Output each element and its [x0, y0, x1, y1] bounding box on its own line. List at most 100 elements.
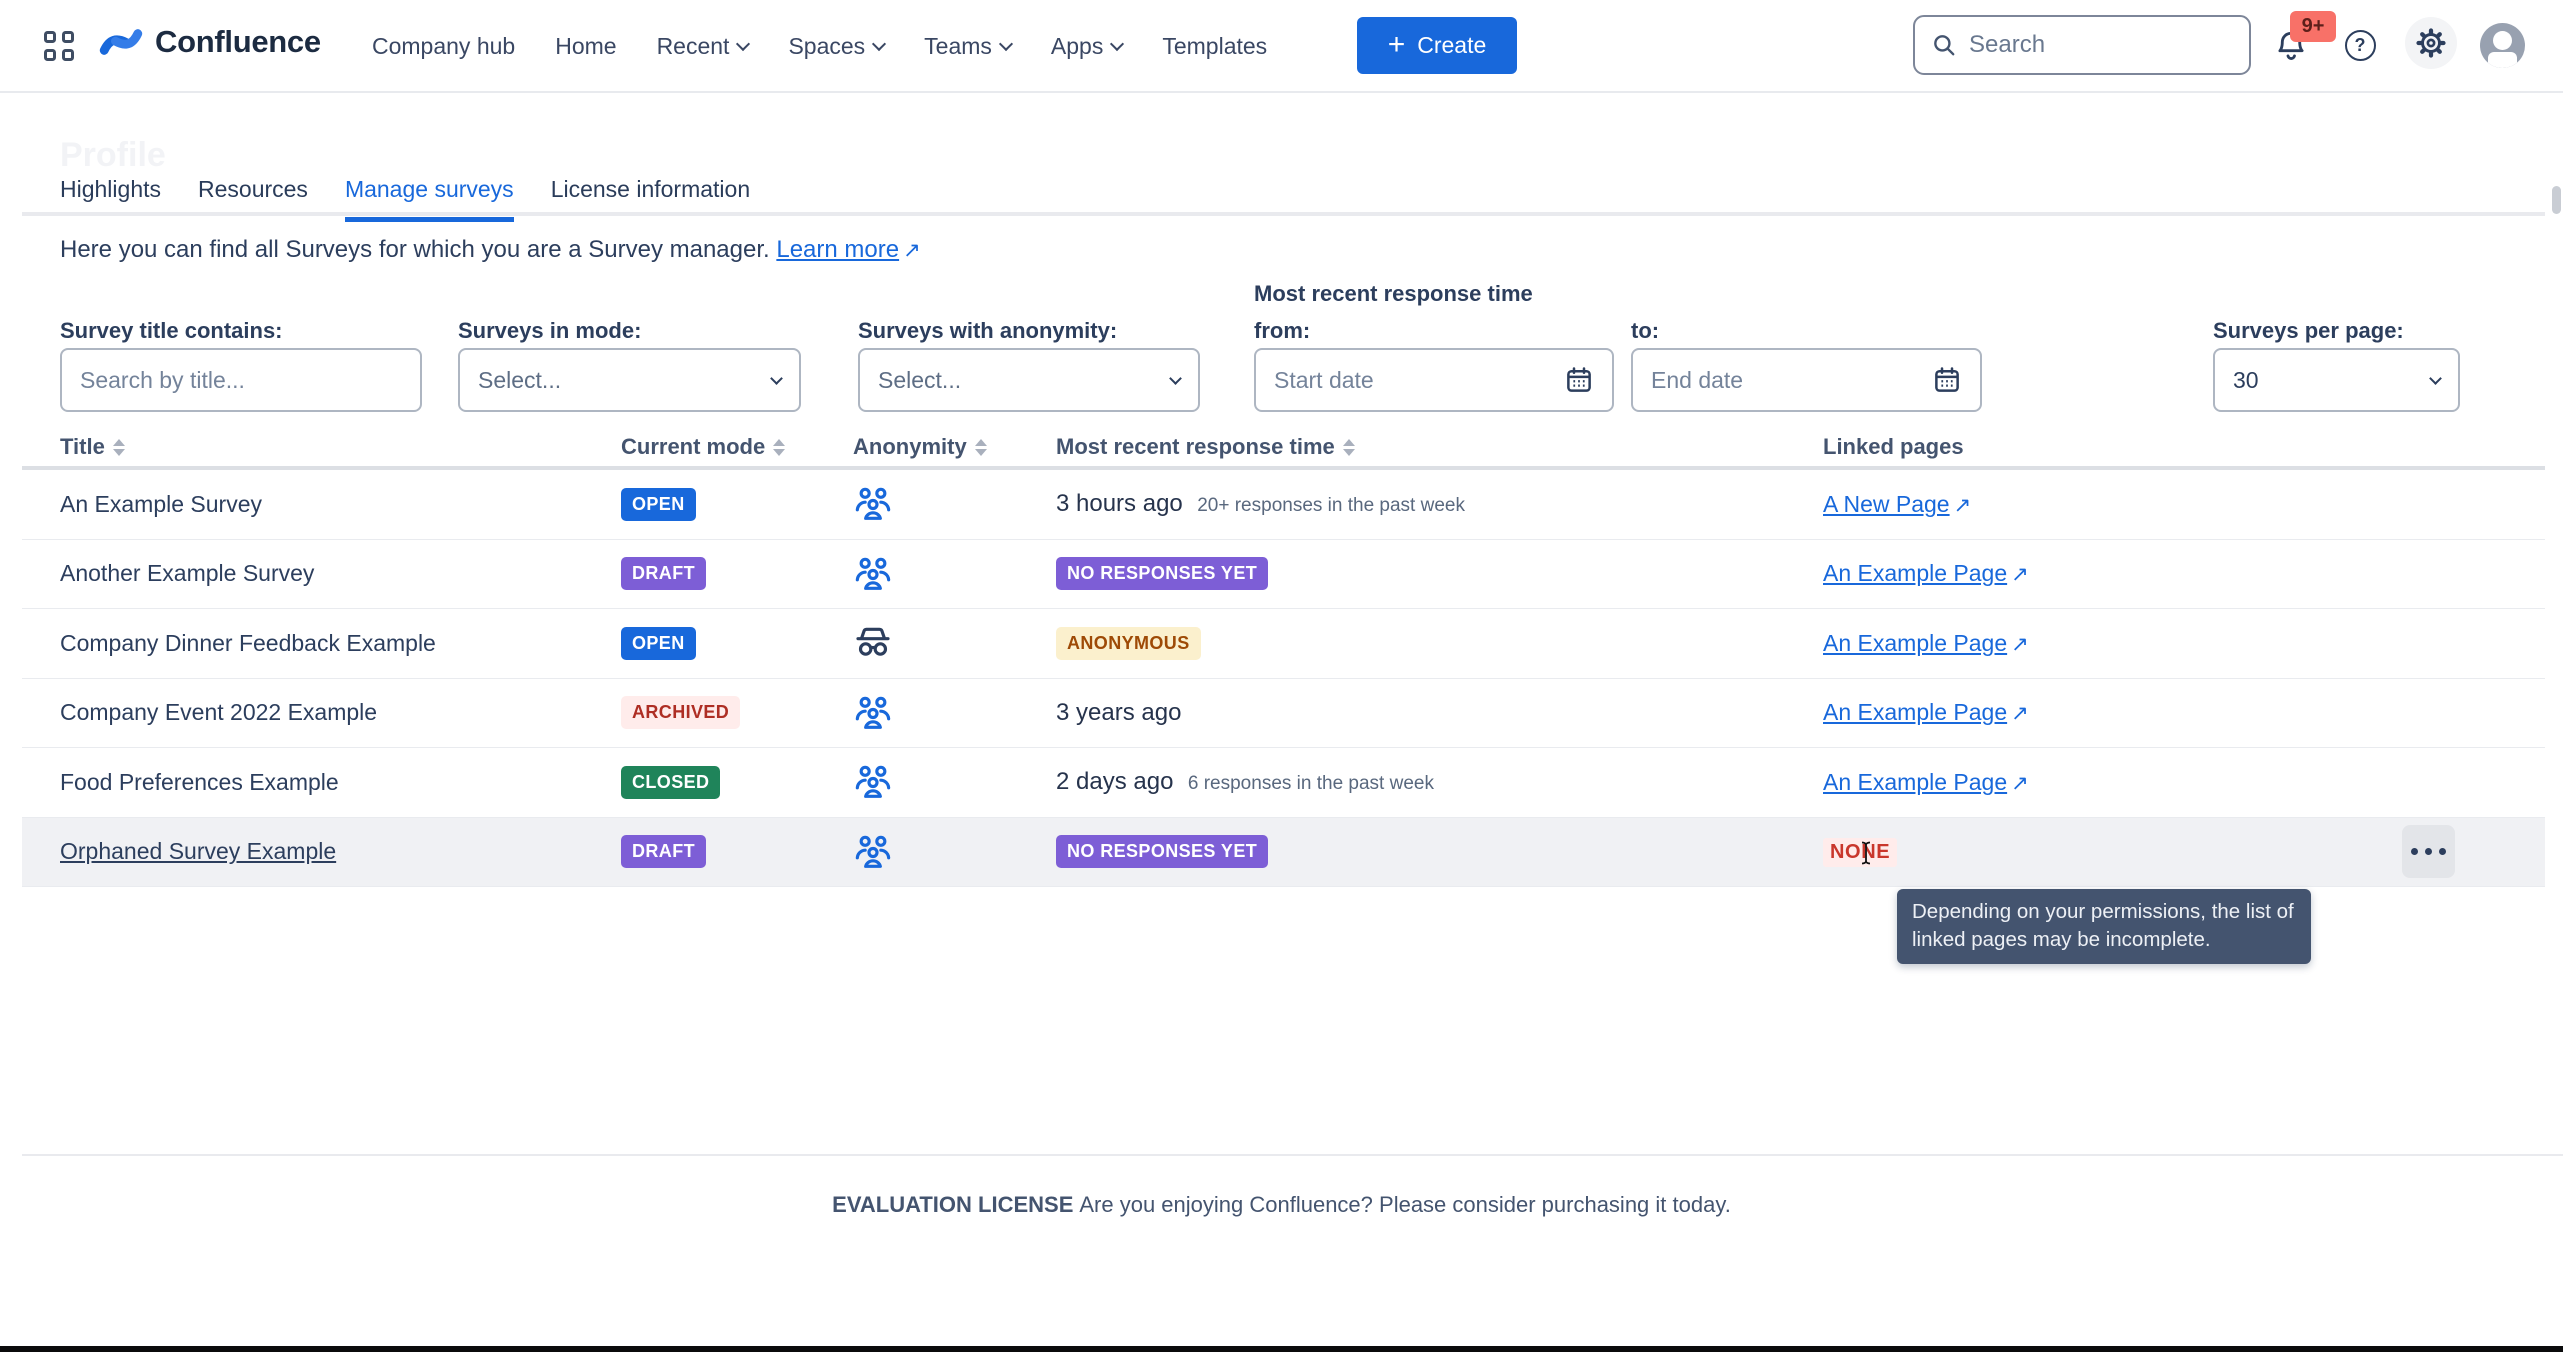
external-link-icon: ↗ — [1954, 494, 1972, 517]
anonymity-cell — [853, 693, 1056, 733]
tab-highlights[interactable]: Highlights — [60, 176, 161, 222]
row-actions-button[interactable] — [2402, 825, 2455, 878]
logo-text: Confluence — [155, 24, 321, 60]
calendar-icon[interactable] — [1564, 365, 1594, 395]
nav-item-home[interactable]: Home — [555, 33, 616, 60]
status-badge: DRAFT — [621, 835, 706, 868]
page-title: Profile — [60, 136, 166, 175]
survey-title[interactable]: Orphaned Survey Example — [22, 838, 621, 865]
response-cell: 3 hours ago 20+ responses in the past we… — [1056, 490, 1823, 518]
per-page-label: Surveys per page: — [2213, 318, 2404, 344]
notification-count-badge[interactable]: 9+ — [2290, 11, 2336, 42]
search-input[interactable] — [1969, 31, 2233, 59]
incognito-icon — [853, 623, 893, 663]
column-header-current-mode[interactable]: Current mode — [621, 434, 853, 460]
no-responses-badge: NO RESPONSES YET — [1056, 835, 1268, 868]
gear-icon — [2414, 26, 2448, 60]
search-icon — [1931, 32, 1957, 58]
actions-cell — [2350, 825, 2545, 878]
help-button[interactable]: ? — [2337, 22, 2383, 68]
status-badge: ARCHIVED — [621, 696, 740, 729]
chevron-down-icon — [1169, 372, 1182, 385]
nav-item-templates[interactable]: Templates — [1162, 33, 1267, 60]
filter-from-label: from: — [1254, 318, 1310, 344]
avatar-body — [2488, 52, 2517, 68]
anonymity-select[interactable]: Select... — [858, 348, 1200, 412]
survey-title[interactable]: An Example Survey — [22, 491, 621, 518]
table-row: Another Example Survey DRAFT NO RESPONSE… — [22, 540, 2545, 610]
filter-mode-label: Surveys in mode: — [458, 318, 641, 344]
column-header-anonymity[interactable]: Anonymity — [853, 434, 1056, 460]
filter-anonymity-label: Surveys with anonymity: — [858, 318, 1117, 344]
linked-page-link[interactable]: An Example Page — [1823, 699, 2007, 725]
sort-icon[interactable] — [113, 439, 125, 456]
no-responses-badge: NO RESPONSES YET — [1056, 557, 1268, 590]
response-cell: NO RESPONSES YET — [1056, 835, 1823, 868]
mode-cell: OPEN — [621, 488, 853, 521]
license-footer-bold: EVALUATION LICENSE — [832, 1192, 1073, 1217]
nav-item-recent[interactable]: Recent — [657, 33, 749, 60]
avatar-head — [2493, 31, 2512, 50]
linked-page-link[interactable]: An Example Page — [1823, 630, 2007, 656]
sort-icon[interactable] — [773, 439, 785, 456]
text-cursor-icon — [1859, 840, 1873, 866]
linked-page-cell: A New Page↗ — [1823, 491, 2350, 518]
from-date-input[interactable] — [1274, 367, 1564, 394]
linked-page-cell: An Example Page↗ — [1823, 560, 2350, 587]
external-link-icon: ↗ — [2011, 702, 2029, 725]
sort-icon[interactable] — [1343, 439, 1355, 456]
column-header-title[interactable]: Title — [22, 434, 621, 460]
status-badge: OPEN — [621, 627, 696, 660]
external-link-icon: ↗ — [2011, 563, 2029, 586]
linked-page-link[interactable]: A New Page — [1823, 491, 1950, 517]
response-cell: ANONYMOUS — [1056, 627, 1823, 660]
survey-table: An Example Survey OPEN 3 hours ago 20+ r… — [22, 470, 2545, 887]
linked-page-link[interactable]: An Example Page — [1823, 560, 2007, 586]
main-nav: Company hub Home Recent Spaces Teams App… — [372, 0, 1267, 93]
column-header-linked-pages: Linked pages — [1823, 434, 2350, 460]
chevron-down-icon — [872, 37, 886, 51]
survey-title[interactable]: Food Preferences Example — [22, 769, 621, 796]
top-navigation: Confluence Company hub Home Recent Space… — [0, 0, 2563, 93]
license-footer: EVALUATION LICENSEAre you enjoying Confl… — [0, 1192, 2563, 1218]
nav-item-teams[interactable]: Teams — [924, 33, 1011, 60]
survey-title[interactable]: Another Example Survey — [22, 560, 621, 587]
filter-title-label: Survey title contains: — [60, 318, 283, 344]
table-row: Food Preferences Example CLOSED 2 days a… — [22, 748, 2545, 818]
license-footer-text: Are you enjoying Confluence? Please cons… — [1079, 1192, 1730, 1217]
tab-license-information[interactable]: License information — [551, 176, 750, 222]
tab-manage-surveys[interactable]: Manage surveys — [345, 176, 514, 222]
create-button[interactable]: + Create — [1357, 17, 1517, 74]
from-date-field — [1254, 348, 1614, 412]
linked-page-link[interactable]: An Example Page — [1823, 769, 2007, 795]
window-bottom-edge — [0, 1346, 2563, 1352]
nav-item-apps[interactable]: Apps — [1051, 33, 1122, 60]
mode-select[interactable]: Select... — [458, 348, 801, 412]
table-row-hovered: Orphaned Survey Example DRAFT NO RESPONS… — [22, 818, 2545, 888]
scrollbar-thumb[interactable] — [2552, 186, 2561, 214]
survey-title[interactable]: Company Event 2022 Example — [22, 699, 621, 726]
tab-resources[interactable]: Resources — [198, 176, 308, 222]
column-header-response-time[interactable]: Most recent response time — [1056, 434, 1823, 460]
confluence-logo[interactable]: Confluence — [95, 18, 321, 66]
chevron-down-icon — [1110, 37, 1124, 51]
appgrid-square — [44, 31, 56, 43]
chevron-down-icon — [736, 37, 750, 51]
mode-cell: DRAFT — [621, 835, 853, 868]
confluence-logo-icon — [95, 18, 147, 66]
sort-icon[interactable] — [975, 439, 987, 456]
to-date-input[interactable] — [1651, 367, 1932, 394]
settings-button[interactable] — [2405, 17, 2457, 69]
nav-item-spaces[interactable]: Spaces — [788, 33, 884, 60]
survey-title[interactable]: Company Dinner Feedback Example — [22, 630, 621, 657]
per-page-select[interactable]: 30 — [2213, 348, 2460, 412]
calendar-icon[interactable] — [1932, 365, 1962, 395]
user-avatar[interactable] — [2480, 23, 2525, 68]
title-filter-input[interactable] — [80, 367, 402, 394]
tab-bar: Highlights Resources Manage surveys Lice… — [60, 176, 750, 222]
learn-more-link[interactable]: Learn more — [776, 236, 899, 263]
filter-to-label: to: — [1631, 318, 1659, 344]
app-switcher-icon[interactable] — [44, 31, 78, 65]
nav-item-company-hub[interactable]: Company hub — [372, 33, 515, 60]
people-group-icon — [853, 832, 893, 872]
